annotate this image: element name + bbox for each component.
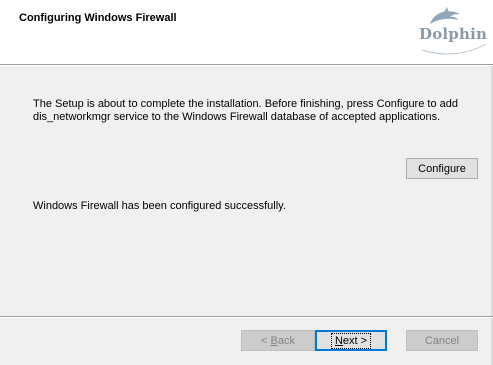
next-button-label: Next > xyxy=(330,332,372,349)
setup-description: The Setup is about to complete the insta… xyxy=(33,98,458,123)
back-button-label: < Back xyxy=(261,334,295,347)
page-title: Configuring Windows Firewall xyxy=(19,12,177,24)
footer-divider xyxy=(0,316,493,318)
next-button[interactable]: Next > xyxy=(315,330,387,351)
logo-text: Dolphin xyxy=(419,25,488,43)
configure-button[interactable]: Configure xyxy=(406,158,478,179)
back-button[interactable]: < Back xyxy=(241,330,315,351)
cancel-button[interactable]: Cancel xyxy=(406,330,478,351)
dialog-header: Configuring Windows Firewall Dolphin xyxy=(0,0,493,64)
dolphin-logo: Dolphin xyxy=(410,6,490,58)
header-divider xyxy=(0,64,493,66)
status-message: Windows Firewall has been configured suc… xyxy=(33,200,286,212)
cancel-button-label: Cancel xyxy=(424,334,460,347)
configure-button-label: Configure xyxy=(418,162,466,175)
